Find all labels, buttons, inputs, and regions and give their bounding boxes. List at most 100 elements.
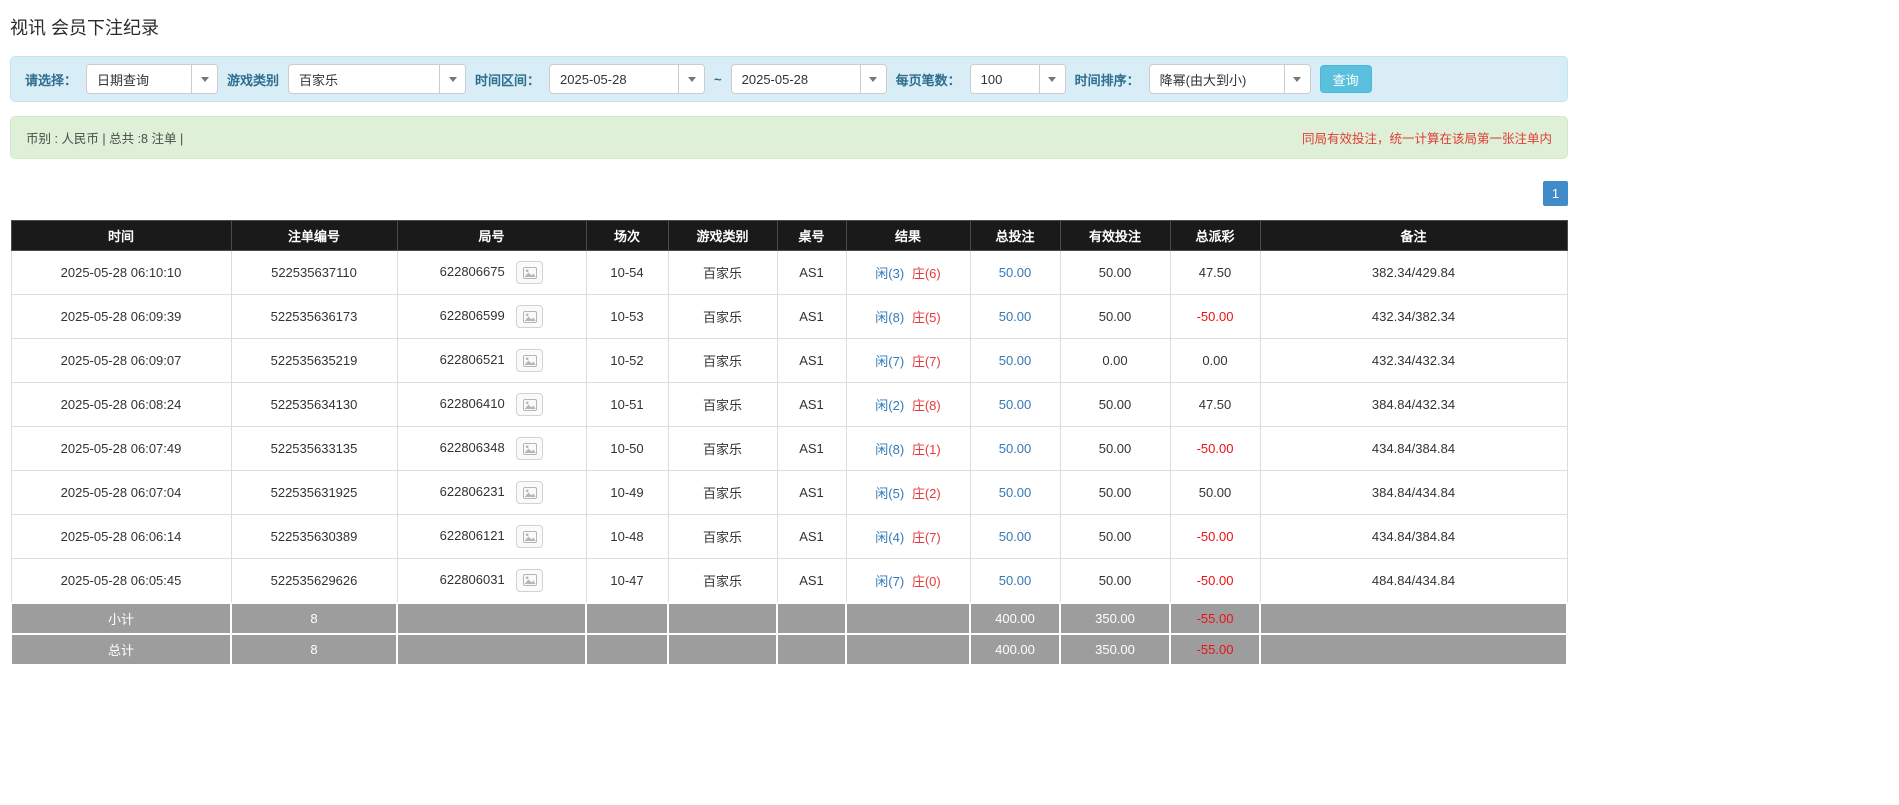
result-player: 闲(8)	[875, 442, 905, 457]
cell-payout: 47.50	[1169, 250, 1261, 295]
cell-game-type: 百家乐	[667, 338, 778, 383]
picture-icon	[522, 486, 537, 499]
col-header-total-bet: 总投注	[969, 220, 1061, 251]
page-title: 视讯 会员下注纪录	[10, 18, 160, 38]
result-banker: 庄(5)	[911, 310, 941, 325]
cell-game-type: 百家乐	[667, 294, 778, 339]
table-row: 2025-05-28 06:08:24 522535634130 6228064…	[10, 382, 1568, 427]
date-to-select[interactable]: 2025-05-28	[730, 64, 887, 94]
cell-bet-id: 522535634130	[230, 382, 398, 427]
page-button-1[interactable]: 1	[1543, 181, 1568, 206]
empty-cell	[1259, 632, 1568, 666]
round-result-image-button[interactable]	[516, 568, 544, 592]
chevron-down-icon[interactable]	[678, 65, 705, 93]
col-header-table-id: 桌号	[776, 220, 847, 251]
cell-table-id: AS1	[776, 470, 847, 515]
total-bet-link[interactable]: 50.00	[999, 529, 1032, 544]
cell-session: 10-49	[585, 470, 669, 515]
table-header: 时间 注单编号 局号 场次 游戏类别 桌号 结果 总投注 有效投注 总派彩 备注	[10, 220, 1568, 251]
cell-result: 闲(3) 庄(6)	[845, 250, 971, 295]
result-banker: 庄(6)	[911, 266, 941, 281]
search-button[interactable]: 查询	[1319, 65, 1372, 93]
cell-total-bet: 50.00	[969, 294, 1061, 339]
round-result-image-button[interactable]	[516, 261, 544, 284]
round-result-image-button[interactable]	[516, 481, 544, 504]
total-row: 总计 8 400.00 350.00 -55.00	[10, 632, 1568, 666]
chevron-down-icon[interactable]	[191, 65, 218, 93]
chevron-down-icon[interactable]	[1038, 65, 1065, 93]
chevron-down-icon[interactable]	[439, 65, 466, 93]
result-banker: 庄(7)	[911, 530, 941, 545]
cell-note: 382.34/429.84	[1259, 250, 1568, 295]
picture-icon	[522, 266, 537, 279]
round-result-image-button[interactable]	[516, 437, 544, 460]
total-bet-link[interactable]: 50.00	[999, 397, 1032, 412]
cell-result: 闲(4) 庄(7)	[845, 514, 971, 559]
round-result-image-button[interactable]	[516, 305, 544, 328]
cell-result: 闲(5) 庄(2)	[845, 470, 971, 515]
cell-game-type: 百家乐	[667, 250, 778, 295]
page-size-select[interactable]: 100	[969, 64, 1066, 94]
col-header-round-id: 局号	[396, 220, 587, 251]
empty-cell	[667, 601, 778, 635]
picture-icon	[522, 354, 537, 367]
cell-round-id: 622806521	[396, 338, 587, 383]
chevron-down-icon[interactable]	[859, 65, 886, 93]
empty-cell	[776, 632, 847, 666]
date-range-separator: ~	[714, 71, 722, 87]
date-to-value: 2025-05-28	[741, 71, 809, 87]
round-id-text: 622806410	[439, 395, 505, 411]
cell-time: 2025-05-28 06:06:14	[10, 514, 232, 559]
round-result-image-button[interactable]	[516, 525, 544, 548]
chevron-down-icon[interactable]	[1283, 65, 1310, 93]
cell-table-id: AS1	[776, 382, 847, 427]
cell-game-type: 百家乐	[667, 470, 778, 515]
picture-icon	[522, 574, 537, 587]
round-result-image-button[interactable]	[516, 349, 544, 372]
total-bet-link[interactable]: 50.00	[999, 309, 1032, 324]
cell-time: 2025-05-28 06:10:10	[10, 250, 232, 295]
cell-time: 2025-05-28 06:09:07	[10, 338, 232, 383]
col-header-time: 时间	[10, 220, 232, 251]
total-bet-link[interactable]: 50.00	[999, 485, 1032, 500]
round-result-image-button[interactable]	[516, 393, 544, 416]
sort-order-select[interactable]: 降幂(由大到小)	[1148, 64, 1311, 94]
cell-bet-id: 522535633135	[230, 426, 398, 471]
date-from-select[interactable]: 2025-05-28	[549, 64, 706, 94]
cell-payout: -50.00	[1169, 514, 1261, 559]
game-type-select[interactable]: 百家乐	[288, 64, 467, 94]
summary-bar: 币别 : 人民币 | 总共 :8 注单 | 同局有效投注，统一计算在该局第一张注…	[10, 116, 1568, 159]
cell-time: 2025-05-28 06:07:49	[10, 426, 232, 471]
result-banker: 庄(2)	[911, 486, 941, 501]
cell-game-type: 百家乐	[667, 426, 778, 471]
subtotal-count: 8	[230, 601, 398, 635]
picture-icon	[522, 530, 537, 543]
round-id-text: 622806675	[439, 263, 505, 279]
result-player: 闲(2)	[875, 398, 905, 413]
cell-bet-id: 522535637110	[230, 250, 398, 295]
cell-time: 2025-05-28 06:05:45	[10, 558, 232, 603]
total-bet-link[interactable]: 50.00	[999, 441, 1032, 456]
page-size-value: 100	[980, 71, 1003, 87]
cell-time: 2025-05-28 06:09:39	[10, 294, 232, 339]
subtotal-valid-bet: 350.00	[1059, 601, 1171, 635]
round-id-text: 622806031	[439, 571, 505, 587]
cell-valid-bet: 50.00	[1059, 382, 1171, 427]
cell-table-id: AS1	[776, 558, 847, 603]
cell-session: 10-50	[585, 426, 669, 471]
result-player: 闲(7)	[875, 573, 905, 589]
total-bet-link[interactable]: 50.00	[999, 573, 1032, 588]
cell-note: 434.84/384.84	[1259, 426, 1568, 471]
cell-bet-id: 522535631925	[230, 470, 398, 515]
total-bet-link[interactable]: 50.00	[999, 265, 1032, 280]
cell-total-bet: 50.00	[969, 382, 1061, 427]
total-bet-link[interactable]: 50.00	[999, 353, 1032, 368]
cell-table-id: AS1	[776, 338, 847, 383]
cell-total-bet: 50.00	[969, 558, 1061, 603]
cell-bet-id: 522535630389	[230, 514, 398, 559]
cell-result: 闲(8) 庄(1)	[845, 426, 971, 471]
query-type-value: 日期查询	[97, 72, 150, 88]
query-type-select[interactable]: 日期查询	[86, 64, 219, 94]
result-player: 闲(8)	[875, 310, 905, 325]
cell-note: 434.84/384.84	[1259, 514, 1568, 559]
